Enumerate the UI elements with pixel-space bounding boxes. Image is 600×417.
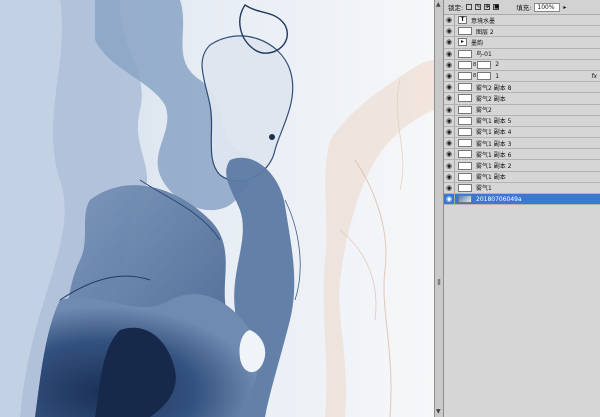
layer-name: 20180706049a — [476, 195, 522, 203]
link-chain-icon[interactable]: 8 — [473, 73, 476, 79]
layer-mask-thumbnail[interactable] — [477, 72, 492, 81]
fill-input[interactable]: 100% — [534, 2, 561, 12]
layer-thumbnail — [458, 183, 472, 192]
layer-thumbnail — [458, 150, 472, 159]
lock-toolbar: 锁定: ✎ ✥ ■ 填充: 100% ▸ — [444, 0, 600, 15]
layer-name: 雾气1 副本 6 — [476, 151, 512, 159]
lock-position-icon[interactable]: ✥ — [484, 4, 491, 10]
collapse-down-icon[interactable]: ▼ — [436, 409, 442, 415]
layer-name: 雾气1 副本 — [476, 174, 506, 182]
visibility-eye-icon[interactable]: ◉ — [444, 50, 454, 58]
layer-row-selected[interactable]: ◉ 20180706049a — [444, 194, 600, 206]
layer-row[interactable]: ◉ 雾气2 副本 8 — [444, 82, 600, 94]
visibility-eye-icon[interactable]: ◉ — [444, 83, 454, 91]
lock-all-icon[interactable]: ■ — [493, 4, 500, 10]
layer-name: 意境水墨 — [471, 17, 496, 25]
layer-row[interactable]: ◉ 雾气1 — [444, 182, 600, 194]
layer-name: 雾气1 副本 3 — [476, 140, 512, 148]
layer-thumbnail — [458, 116, 472, 125]
group-folder-icon: ▸ — [458, 38, 467, 47]
lock-pixels-icon[interactable]: ✎ — [475, 4, 482, 10]
lock-transparent-icon[interactable] — [466, 4, 473, 10]
layer-mask-thumbnail[interactable] — [477, 60, 492, 69]
layer-name: 雾气2 副本 — [476, 95, 506, 103]
splitter-grip-icon[interactable]: Ⅱ — [437, 278, 441, 288]
visibility-eye-icon[interactable]: ◉ — [444, 173, 454, 181]
layer-row[interactable]: ◉ 雾气2 副本 — [444, 93, 600, 105]
layer-row[interactable]: ◉ 雾气1 副本 5 — [444, 115, 600, 127]
layer-name: 雾气2 — [476, 107, 492, 115]
visibility-eye-icon[interactable]: ◉ — [444, 61, 454, 69]
fill-label: 填充: — [516, 4, 532, 12]
visibility-eye-icon[interactable]: ◉ — [444, 117, 454, 125]
layer-name: 2 — [495, 61, 500, 69]
layer-thumbnail — [458, 60, 472, 69]
layer-row[interactable]: ◉ T 意境水墨 — [444, 15, 600, 27]
visibility-eye-icon[interactable]: ◉ — [444, 106, 454, 114]
layer-name: 雾气1 副本 4 — [476, 129, 512, 137]
visibility-eye-icon[interactable]: ◉ — [444, 72, 454, 80]
layers-panel: 锁定: ✎ ✥ ■ 填充: 100% ▸ ◉ T 意境水墨 ◉ 图层 2 ◉ ▸… — [444, 0, 600, 417]
layer-row[interactable]: ◉ 8 2 — [444, 59, 600, 71]
visibility-eye-icon[interactable]: ◉ — [444, 16, 454, 24]
layer-thumbnail — [458, 49, 472, 58]
layer-row[interactable]: ◉ 8 1 fx — [444, 70, 600, 83]
collapse-up-icon[interactable]: ▲ — [436, 2, 442, 8]
layer-name: 雾气1 副本 5 — [476, 118, 512, 126]
layer-row[interactable]: ◉ 鸟-01 — [444, 48, 600, 60]
fill-dropdown-icon[interactable]: ▸ — [563, 4, 566, 11]
layer-row[interactable]: ◉ 图层 2 — [444, 26, 600, 38]
lock-label: 锁定: — [448, 4, 464, 12]
layers-empty-area — [444, 215, 600, 417]
visibility-eye-icon[interactable]: ◉ — [444, 184, 454, 192]
layer-row[interactable]: ◉ 雾气1 副本 — [444, 171, 600, 183]
panel-splitter[interactable]: ▲ Ⅱ ▼ — [434, 0, 444, 417]
layer-row[interactable]: ◉ 雾气1 副本 3 — [444, 138, 600, 150]
layer-thumbnail — [458, 172, 472, 181]
layer-thumbnail — [458, 94, 472, 103]
layer-thumbnail — [458, 139, 472, 148]
document-canvas[interactable] — [0, 0, 434, 417]
layer-row[interactable]: ◉ ▸ 墨韵 — [444, 37, 600, 49]
layer-thumbnail — [458, 127, 472, 136]
layer-name: 鸟-01 — [476, 51, 492, 59]
visibility-eye-icon[interactable]: ◉ — [444, 38, 454, 46]
image-thumbnail — [458, 195, 472, 204]
layer-name: 图层 2 — [476, 28, 494, 36]
layer-thumbnail — [458, 105, 472, 114]
layer-thumbnail — [458, 27, 472, 36]
visibility-eye-icon[interactable]: ◉ — [444, 150, 454, 158]
layer-thumbnail — [458, 161, 472, 170]
layer-thumbnail — [458, 83, 472, 92]
layer-list: ◉ T 意境水墨 ◉ 图层 2 ◉ ▸ 墨韵 ◉ 鸟-01 ◉ 8 2 ◉ 8 … — [444, 15, 600, 206]
visibility-eye-icon[interactable]: ◉ — [444, 128, 454, 136]
visibility-eye-icon[interactable]: ◉ — [444, 195, 454, 203]
text-layer-icon: T — [458, 16, 467, 25]
layer-name: 雾气1 — [476, 185, 492, 193]
ink-wash-artwork — [0, 0, 434, 417]
layer-name: 墨韵 — [471, 39, 484, 47]
layer-row[interactable]: ◉ 雾气1 副本 2 — [444, 160, 600, 172]
layer-row[interactable]: ◉ 雾气1 副本 6 — [444, 149, 600, 161]
layer-row[interactable]: ◉ 雾气2 — [444, 104, 600, 116]
link-chain-icon[interactable]: 8 — [473, 62, 476, 68]
layer-row[interactable]: ◉ 雾气1 副本 4 — [444, 126, 600, 139]
layer-name: 雾气2 副本 8 — [476, 84, 512, 92]
layer-effects-icon[interactable]: fx — [591, 73, 597, 80]
layer-thumbnail — [458, 72, 472, 81]
layer-name: 1 — [495, 72, 500, 80]
visibility-eye-icon[interactable]: ◉ — [444, 94, 454, 102]
visibility-eye-icon[interactable]: ◉ — [444, 162, 454, 170]
visibility-eye-icon[interactable]: ◉ — [444, 139, 454, 147]
visibility-eye-icon[interactable]: ◉ — [444, 27, 454, 35]
layer-name: 雾气1 副本 2 — [476, 163, 512, 171]
